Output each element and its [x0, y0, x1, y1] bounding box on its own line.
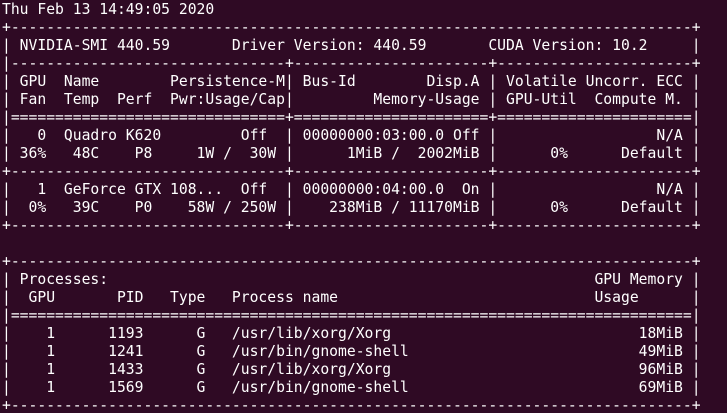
process-header-row-2: | GPU PID Type Process name Usage |: [2, 289, 701, 306]
gpu-table-border-bottom: +-------------------------------+-------…: [2, 217, 701, 234]
version-header-line: | NVIDIA-SMI 440.59 Driver Version: 440.…: [2, 37, 701, 54]
gpu-header-row-1: | GPU Name Persistence-M| Bus-Id Disp.A …: [2, 73, 701, 90]
terminal-output[interactable]: Thu Feb 13 14:49:05 2020 +--------------…: [0, 0, 727, 413]
gpu-header-row-2: | Fan Temp Perf Pwr:Usage/Cap| Memory-Us…: [2, 91, 701, 108]
process-row: | 1 1241 G /usr/bin/gnome-shell 49MiB |: [2, 343, 701, 360]
gpu-1-row-2: | 0% 39C P0 58W / 250W | 238MiB / 11170M…: [2, 199, 701, 216]
process-header-separator: |=======================================…: [2, 307, 701, 324]
gpu-1-row-1: | 1 GeForce GTX 108... Off | 00000000:04…: [2, 181, 701, 198]
process-header-row-1: | Processes: GPU Memory |: [2, 271, 701, 288]
gpu-0-row-1: | 0 Quadro K620 Off | 00000000:03:00.0 O…: [2, 127, 701, 144]
table-border-top: +---------------------------------------…: [2, 19, 701, 36]
timestamp-line: Thu Feb 13 14:49:05 2020: [2, 1, 215, 18]
table-divider: |-------------------------------+-------…: [2, 55, 701, 72]
process-row: | 1 1433 G /usr/lib/xorg/Xorg 96MiB |: [2, 361, 701, 378]
process-table-border-bottom: +---------------------------------------…: [2, 397, 701, 413]
process-row: | 1 1569 G /usr/bin/gnome-shell 69MiB |: [2, 379, 701, 396]
process-row: | 1 1193 G /usr/lib/xorg/Xorg 18MiB |: [2, 325, 701, 342]
gpu-0-row-2: | 36% 48C P8 1W / 30W | 1MiB / 2002MiB |…: [2, 145, 701, 162]
gpu-header-separator: |===============================+=======…: [2, 109, 701, 126]
process-table-border-top: +---------------------------------------…: [2, 253, 701, 270]
gpu-divider: +-------------------------------+-------…: [2, 163, 701, 180]
